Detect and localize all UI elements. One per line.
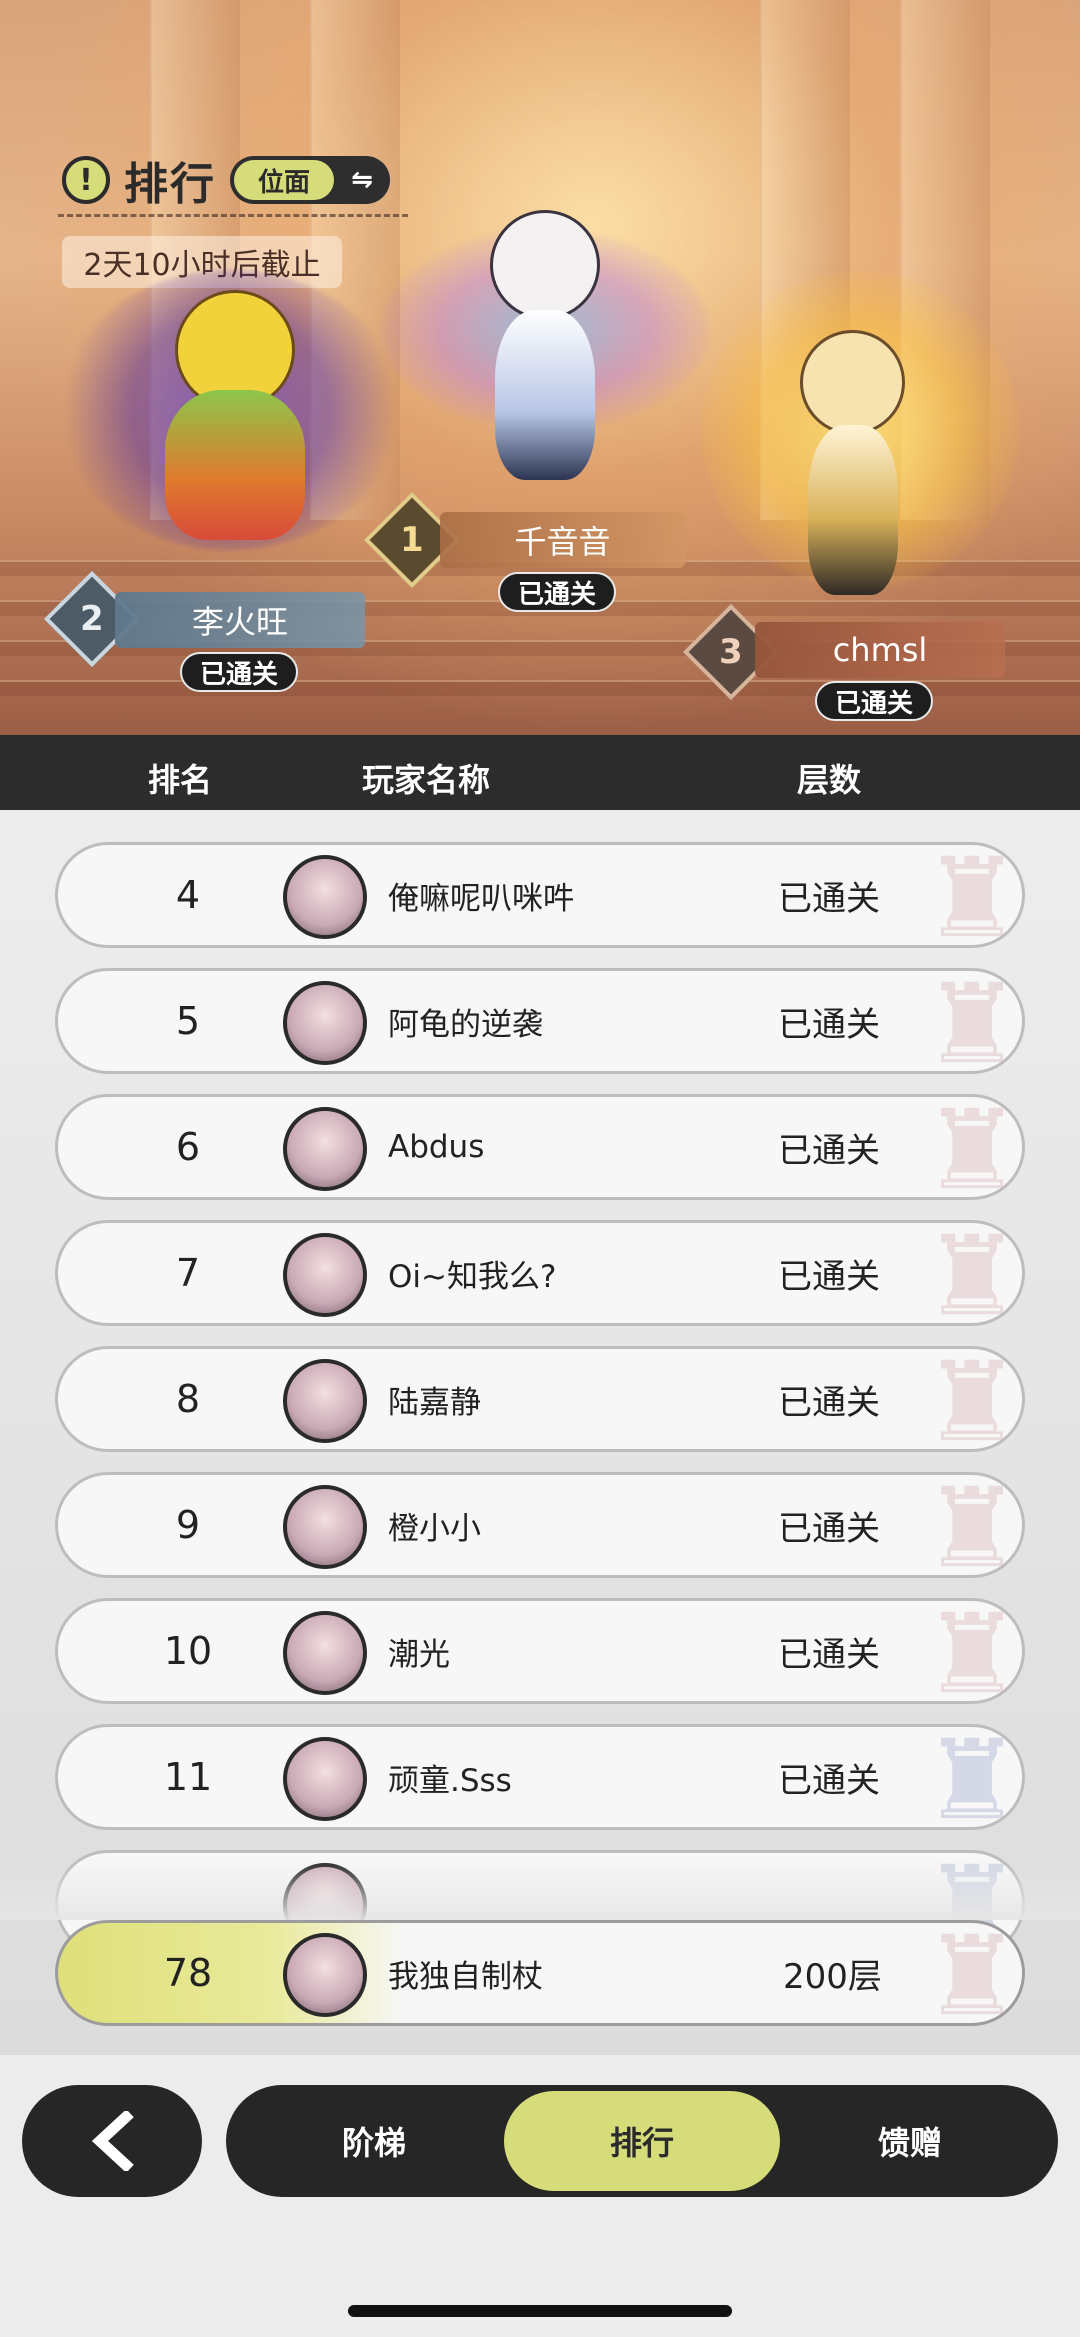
list-item[interactable]: ♜ 7 Oi~知我么? 已通关 [55, 1220, 1025, 1326]
row-name: 陆嘉静 [388, 1384, 481, 1421]
avatar[interactable] [283, 855, 367, 939]
row-rank: 9 [175, 1503, 201, 1547]
list-item[interactable]: ♜ 4 俺嘛呢叭咪吽 已通关 [55, 842, 1025, 948]
avatar[interactable] [283, 1359, 367, 1443]
emblem-icon: ♜ [922, 1472, 1022, 1578]
list-item[interactable]: ♜ 5 阿龟的逆袭 已通关 [55, 968, 1025, 1074]
title-divider [58, 214, 408, 218]
scroll-fade [0, 1860, 1080, 1920]
list-item[interactable]: ♜ 6 Abdus 已通关 [55, 1094, 1025, 1200]
list-item[interactable]: ♜ 8 陆嘉静 已通关 [55, 1346, 1025, 1452]
tab-ladder[interactable]: 阶梯 [236, 2091, 512, 2191]
character-head [490, 210, 600, 320]
column-player: 玩家名称 [362, 761, 491, 799]
emblem-icon: ♜ [922, 842, 1022, 948]
tab-gifts[interactable]: 馈赠 [772, 2091, 1048, 2191]
row-status: 已通关 [778, 878, 880, 919]
row-status: 已通关 [778, 1130, 880, 1171]
scope-toggle-button[interactable]: 位面 ⇋ [230, 156, 390, 204]
column-rank: 排名 [148, 761, 213, 799]
row-rank: 6 [175, 1125, 201, 1169]
row-rank: 5 [175, 999, 201, 1043]
emblem-icon: ♜ [922, 1598, 1022, 1704]
my-rank-row[interactable]: ♜ 78 我独自制杖 200层 [55, 1920, 1025, 2026]
row-rank: 4 [175, 873, 201, 917]
emblem-icon: ♜ [922, 968, 1022, 1074]
row-status: 已通关 [778, 1256, 880, 1297]
avatar[interactable] [283, 981, 367, 1065]
row-name: 阿龟的逆袭 [388, 1006, 543, 1043]
row-name: 顽童.Sss [388, 1762, 512, 1799]
my-rank: 78 [163, 1951, 213, 1995]
column-floors: 层数 [797, 761, 862, 799]
avatar[interactable] [283, 1737, 367, 1821]
emblem-icon: ♜ [922, 1346, 1022, 1452]
column-header: 排名 玩家名称 层数 [0, 735, 1080, 810]
rank2-name: 李火旺 [115, 592, 365, 648]
row-rank: 7 [175, 1251, 201, 1295]
avatar[interactable] [283, 1485, 367, 1569]
row-name: Abdus [388, 1129, 485, 1165]
row-name: 潮光 [388, 1636, 450, 1673]
emblem-icon: ♜ [922, 1724, 1022, 1830]
back-arrow-icon [91, 2111, 134, 2171]
back-button[interactable] [22, 2085, 202, 2197]
row-rank: 11 [163, 1755, 213, 1799]
tab-ranking[interactable]: 排行 [504, 2091, 780, 2191]
row-name: 橙小小 [388, 1510, 481, 1547]
row-status: 已通关 [778, 1634, 880, 1675]
rank3-character[interactable] [690, 250, 1050, 630]
character-head [800, 330, 905, 435]
tab-bar: 阶梯 排行 馈赠 [226, 2085, 1058, 2197]
row-rank: 8 [175, 1377, 201, 1421]
avatar[interactable] [283, 1933, 367, 2017]
list-item[interactable]: ♜ 10 潮光 已通关 [55, 1598, 1025, 1704]
chick-body [165, 390, 305, 540]
avatar[interactable] [283, 1107, 367, 1191]
avatar[interactable] [283, 1611, 367, 1695]
home-indicator [348, 2305, 732, 2317]
emblem-icon: ♜ [922, 1220, 1022, 1326]
rank3-status: 已通关 [815, 681, 934, 721]
alert-icon[interactable]: ! [62, 156, 110, 204]
rank3-name: chmsl [755, 622, 1005, 678]
rank1-status: 已通关 [498, 572, 617, 612]
row-status: 已通关 [778, 1760, 880, 1801]
row-status: 已通关 [778, 1508, 880, 1549]
avatar[interactable] [283, 1233, 367, 1317]
bottom-navigation: 阶梯 排行 馈赠 [0, 2055, 1080, 2337]
my-name: 我独自制杖 [388, 1958, 543, 1995]
list-item[interactable]: ♜ 9 橙小小 已通关 [55, 1472, 1025, 1578]
row-rank: 10 [163, 1629, 213, 1673]
title-row: ! 排行 位面 ⇋ [62, 152, 390, 210]
rank2-status: 已通关 [180, 652, 299, 692]
my-floors: 200层 [783, 1956, 882, 1997]
row-name: Oi~知我么? [388, 1258, 557, 1295]
character-body [808, 425, 898, 595]
emblem-icon: ♜ [922, 1920, 1022, 2026]
ranking-list[interactable]: ♜ 4 俺嘛呢叭咪吽 已通关 ♜ 5 阿龟的逆袭 已通关 ♜ 6 Abdus 已… [0, 810, 1080, 2055]
row-status: 已通关 [778, 1382, 880, 1423]
scope-label: 位面 [234, 160, 334, 200]
emblem-icon: ♜ [922, 1094, 1022, 1200]
leaderboard-hero: ! 排行 位面 ⇋ 2天10小时后截止 2 李火旺 已通关 1 千音音 已通关 … [0, 0, 1080, 735]
character-body [495, 310, 595, 480]
page-title: 排行 [124, 159, 216, 210]
rank1-name: 千音音 [440, 512, 685, 568]
row-name: 俺嘛呢叭咪吽 [388, 880, 574, 917]
row-status: 已通关 [778, 1004, 880, 1045]
rank1-character[interactable] [380, 150, 710, 520]
list-item[interactable]: ♜ 11 顽童.Sss 已通关 [55, 1724, 1025, 1830]
